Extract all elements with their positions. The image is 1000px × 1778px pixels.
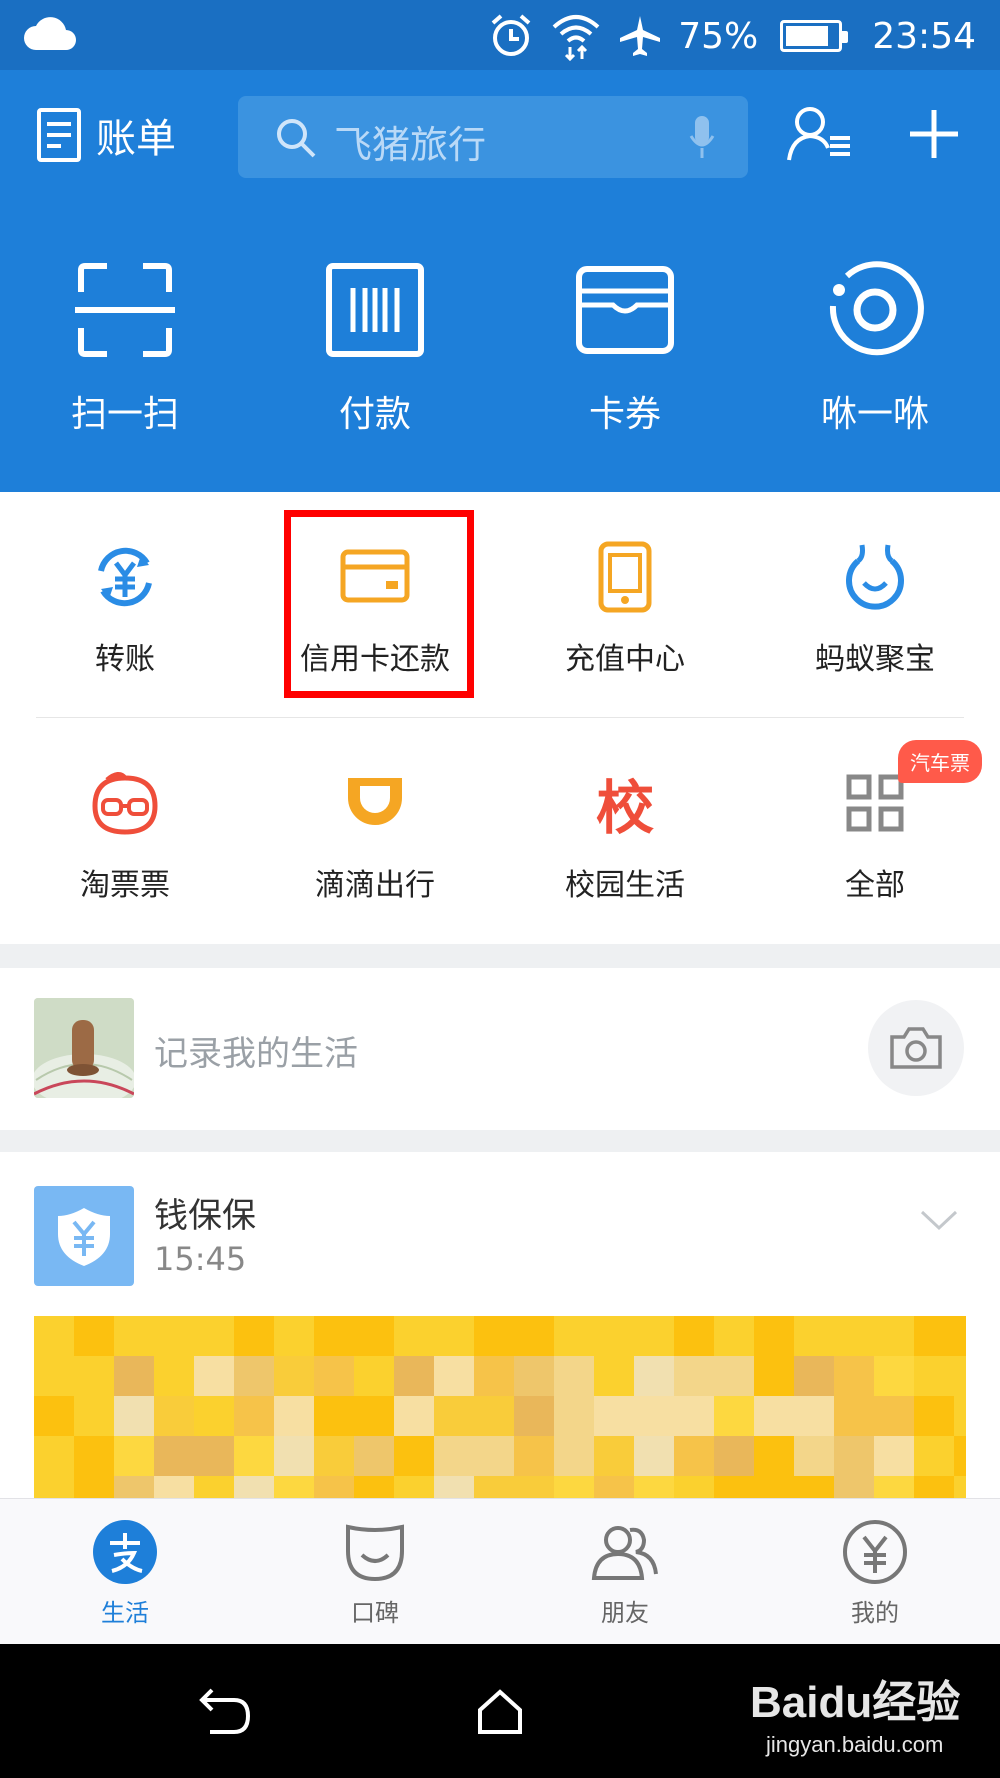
xiu-button[interactable]: 咻一咻	[750, 255, 1000, 437]
tab-label-mine: 我的	[851, 1599, 899, 1627]
ant-fortune-icon	[846, 544, 904, 610]
grid-label-credit-card-repay: 信用卡还款	[300, 642, 450, 677]
search-bar[interactable]: 飞猪旅行	[238, 96, 748, 178]
tab-mine[interactable]: 我的	[750, 1499, 1000, 1644]
grid-item-credit-card-repay[interactable]: 信用卡还款	[250, 532, 500, 678]
life-icon	[93, 1520, 157, 1584]
xiu-label: 咻一咻	[820, 394, 929, 435]
watermark-brand: Baidu经验	[750, 1678, 961, 1727]
qianbaobao-icon	[34, 1186, 134, 1286]
bill-icon	[37, 108, 81, 162]
grid-item-all[interactable]: 汽车票 全部	[750, 740, 1000, 904]
chevron-down-icon[interactable]	[920, 1208, 958, 1232]
grid-label-campus: 校园生活	[565, 868, 685, 903]
grid-divider	[36, 717, 964, 718]
grid-label-all: 全部	[845, 868, 905, 903]
xiu-ring-icon	[829, 261, 924, 356]
koubei-icon	[346, 1524, 404, 1582]
status-bar: 75% 23:54	[0, 0, 1000, 70]
scan-icon	[75, 263, 175, 357]
campus-icon: 校	[595, 774, 654, 842]
mine-yen-icon	[843, 1520, 907, 1584]
airplane-icon	[620, 16, 661, 56]
contacts-icon[interactable]	[786, 104, 856, 164]
scan-button[interactable]: 扫一扫	[0, 255, 250, 437]
baidu-watermark: Baidu经验 jingyan.baidu.com	[750, 1666, 960, 1758]
grid-item-didi[interactable]: 滴滴出行	[250, 758, 500, 904]
tab-friends[interactable]: 朋友	[500, 1499, 750, 1644]
cloud-icon	[24, 17, 76, 50]
microphone-icon[interactable]	[688, 114, 716, 160]
section-gap	[0, 1130, 1000, 1152]
transfer-icon	[98, 547, 152, 607]
section-gap	[0, 944, 1000, 968]
clock: 23:54	[872, 15, 976, 57]
user-avatar[interactable]	[34, 998, 134, 1098]
coupons-button[interactable]: 卡券	[500, 255, 750, 437]
tab-label-life: 生活	[101, 1599, 149, 1627]
grid-label-didi: 滴滴出行	[315, 868, 435, 903]
avatar-image	[34, 998, 134, 1098]
grid-item-taopiaopiao[interactable]: 淘票票	[0, 758, 250, 904]
feed-banner-image[interactable]	[34, 1316, 966, 1498]
wifi-icon	[552, 15, 600, 61]
grid-item-campus[interactable]: 校 校园生活	[500, 758, 750, 904]
didi-icon	[348, 778, 402, 825]
grid-label-transfer: 转账	[95, 642, 155, 677]
pay-button[interactable]: 付款	[250, 255, 500, 437]
friends-icon	[591, 1526, 658, 1580]
search-icon	[277, 119, 316, 158]
feed-time: 15:45	[154, 1240, 247, 1278]
camera-button[interactable]	[868, 1000, 964, 1096]
coupons-label: 卡券	[588, 394, 661, 435]
grid-label-ant-fortune: 蚂蚁聚宝	[815, 642, 935, 677]
tab-label-koubei: 口碑	[351, 1599, 399, 1627]
taopiaopiao-icon	[92, 772, 158, 835]
header: 账单 飞猪旅行 扫一扫 付款 卡券 咻一咻	[0, 70, 1000, 492]
plus-icon[interactable]	[906, 106, 962, 162]
back-icon[interactable]	[196, 1688, 252, 1736]
battery-icon	[780, 20, 849, 52]
bill-button[interactable]: 账单	[36, 106, 176, 164]
grid-label-taopiaopiao: 淘票票	[80, 868, 170, 903]
credit-card-icon	[340, 549, 410, 603]
tab-koubei[interactable]: 口碑	[250, 1499, 500, 1644]
feed-title: 钱保保	[154, 1196, 256, 1236]
pay-label: 付款	[338, 394, 411, 435]
bill-label: 账单	[96, 116, 176, 162]
record-life-bar[interactable]: 记录我的生活	[0, 968, 1000, 1130]
barcode-icon	[326, 263, 424, 357]
grid-item-transfer[interactable]: 转账	[0, 532, 250, 678]
battery-percent: 75%	[678, 15, 759, 57]
alarm-icon	[491, 14, 531, 56]
quick-actions: 扫一扫 付款 卡券 咻一咻	[0, 255, 1000, 437]
bus-ticket-badge: 汽车票	[898, 740, 982, 783]
pixelated-banner	[34, 1316, 966, 1498]
card-wallet-icon	[576, 266, 674, 354]
grid-all-icon	[846, 774, 904, 832]
tab-label-friends: 朋友	[601, 1599, 649, 1627]
shield-yen-icon	[58, 1208, 110, 1266]
app-grid: 转账 信用卡还款 充值中心 蚂蚁聚宝 淘票票 滴滴出行 校 校园生活 汽车票 全…	[0, 492, 1000, 944]
grid-label-recharge: 充值中心	[565, 642, 685, 677]
record-life-placeholder: 记录我的生活	[154, 1034, 358, 1074]
home-icon[interactable]	[476, 1688, 524, 1736]
camera-icon	[890, 1027, 942, 1069]
feed-card[interactable]: 钱保保 15:45	[0, 1152, 1000, 1498]
scan-label: 扫一扫	[70, 394, 179, 435]
grid-item-recharge[interactable]: 充值中心	[500, 532, 750, 678]
phone-icon	[598, 541, 652, 613]
watermark-url: jingyan.baidu.com	[766, 1732, 944, 1757]
grid-item-ant-fortune[interactable]: 蚂蚁聚宝	[750, 532, 1000, 678]
bottom-tab-bar: 生活 口碑 朋友 我的	[0, 1498, 1000, 1644]
search-placeholder: 飞猪旅行	[334, 123, 487, 167]
tab-life[interactable]: 生活	[0, 1499, 250, 1644]
